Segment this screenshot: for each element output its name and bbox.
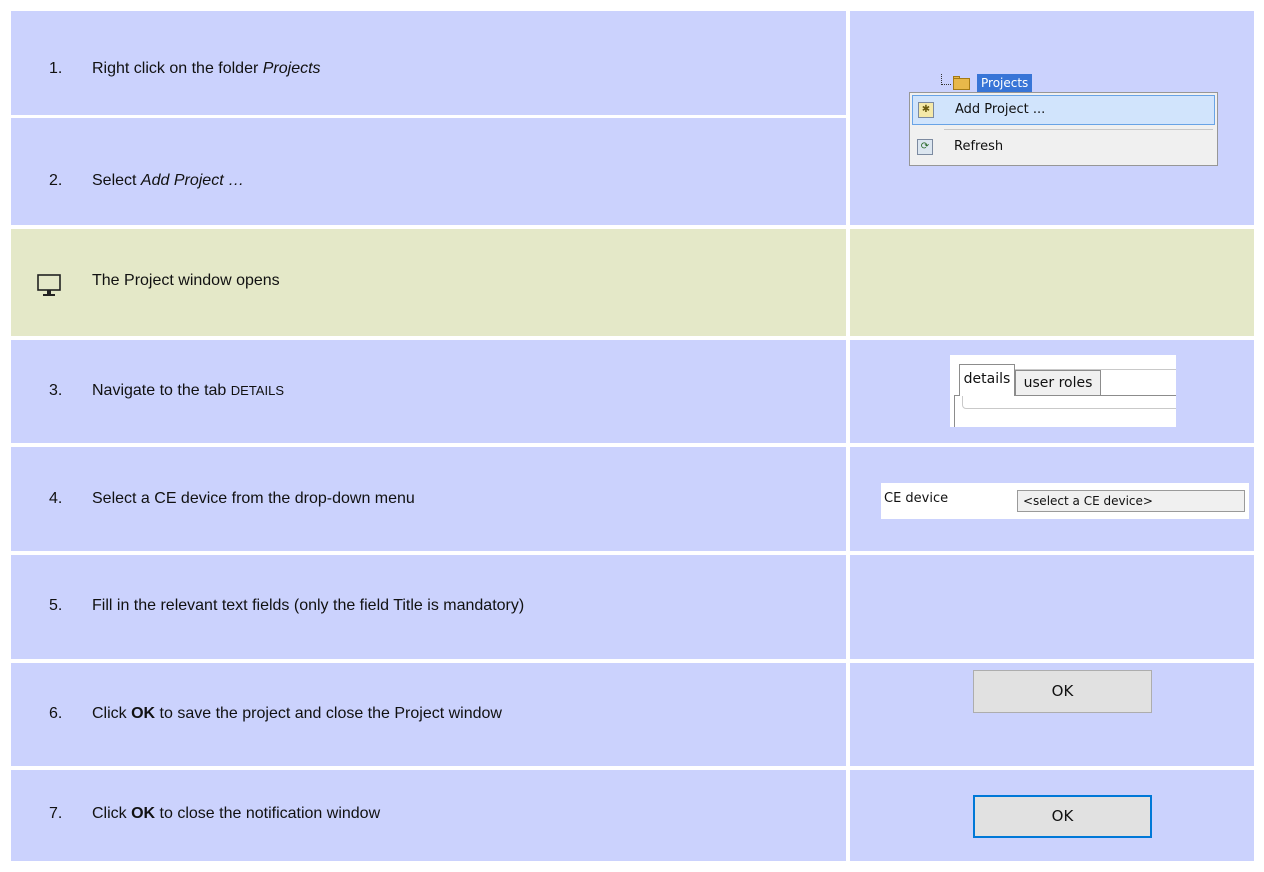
step-text-plain: Navigate to the tab: [92, 382, 231, 399]
step-text-smallcaps: DETAILS: [230, 383, 284, 398]
refresh-icon: ⟳: [917, 139, 933, 155]
step-text: Right click on the folder Projects: [92, 60, 321, 78]
step-text-emphasis: Add Project …: [140, 172, 245, 189]
step-text-bold: OK: [131, 805, 156, 822]
tabs-screenshot: details user roles: [950, 355, 1176, 427]
menu-item-add-project[interactable]: ✱ Add Project ...: [912, 95, 1215, 125]
step-text-plain: Right click on the folder: [92, 60, 263, 77]
step-number: 6.: [49, 705, 63, 722]
ce-device-label: CE device: [884, 491, 949, 506]
step-3: 3. Navigate to the tab DETAILS: [11, 382, 846, 406]
step-5: 5. Fill in the relevant text fields (onl…: [11, 597, 846, 621]
step-text-plain: to close the notification window: [155, 805, 381, 822]
step-text-emphasis: Projects: [262, 60, 321, 77]
step-text: Navigate to the tab DETAILS: [92, 382, 284, 400]
tab-user-roles[interactable]: user roles: [1015, 370, 1101, 396]
step-text: Fill in the relevant text fields (only t…: [92, 597, 525, 614]
row-5-image-cell: [850, 555, 1254, 659]
step-number: 5.: [49, 597, 63, 614]
ce-device-select[interactable]: <select a CE device>: [1017, 490, 1245, 512]
tree-connector: [941, 84, 951, 85]
step-text-plain: to save the project and close the Projec…: [155, 705, 502, 722]
tree-folder-projects[interactable]: Projects: [977, 74, 1033, 92]
step-text: Select Add Project …: [92, 172, 244, 190]
step-number: 1.: [49, 60, 63, 77]
ok-button-notification[interactable]: OK: [973, 795, 1152, 838]
tab-details[interactable]: details: [959, 364, 1015, 396]
ce-device-screenshot: CE device <select a CE device>: [881, 483, 1249, 519]
step-text-plain: Select: [92, 172, 141, 189]
context-menu-screenshot: Projects ✱ Add Project ... ⟳ Refresh: [899, 70, 1218, 166]
ok-button-save[interactable]: OK: [973, 670, 1152, 713]
step-text-bold: OK: [131, 705, 156, 722]
menu-item-label: Refresh: [954, 139, 1004, 154]
context-menu: ✱ Add Project ... ⟳ Refresh: [909, 92, 1218, 166]
step-6: 6. Click OK to save the project and clos…: [11, 705, 846, 729]
step-text: Click OK to close the notification windo…: [92, 805, 380, 823]
step-text: Select a CE device from the drop-down me…: [92, 490, 415, 507]
step-text-plain: Click: [92, 705, 132, 722]
add-project-icon: ✱: [918, 102, 934, 118]
step-text-plain: Click: [92, 805, 132, 822]
info-row: The Project window opens: [11, 272, 846, 296]
step-number: 2.: [49, 172, 63, 189]
step-text: Click OK to save the project and close t…: [92, 705, 502, 723]
step-number: 7.: [49, 805, 63, 822]
step-1: 1. Right click on the folder Projects: [11, 60, 846, 84]
step-4: 4. Select a CE device from the drop-down…: [11, 490, 846, 514]
menu-item-refresh[interactable]: ⟳ Refresh: [912, 133, 1215, 163]
info-text: The Project window opens: [92, 272, 280, 289]
step-number: 3.: [49, 382, 63, 399]
menu-separator: [944, 129, 1213, 130]
step-number: 4.: [49, 490, 63, 507]
step-2: 2. Select Add Project …: [11, 172, 846, 196]
step-7: 7. Click OK to close the notification wi…: [11, 805, 846, 829]
info-row-image-cell: [850, 229, 1254, 336]
folder-icon: [953, 76, 971, 90]
menu-item-label: Add Project ...: [955, 102, 1046, 117]
